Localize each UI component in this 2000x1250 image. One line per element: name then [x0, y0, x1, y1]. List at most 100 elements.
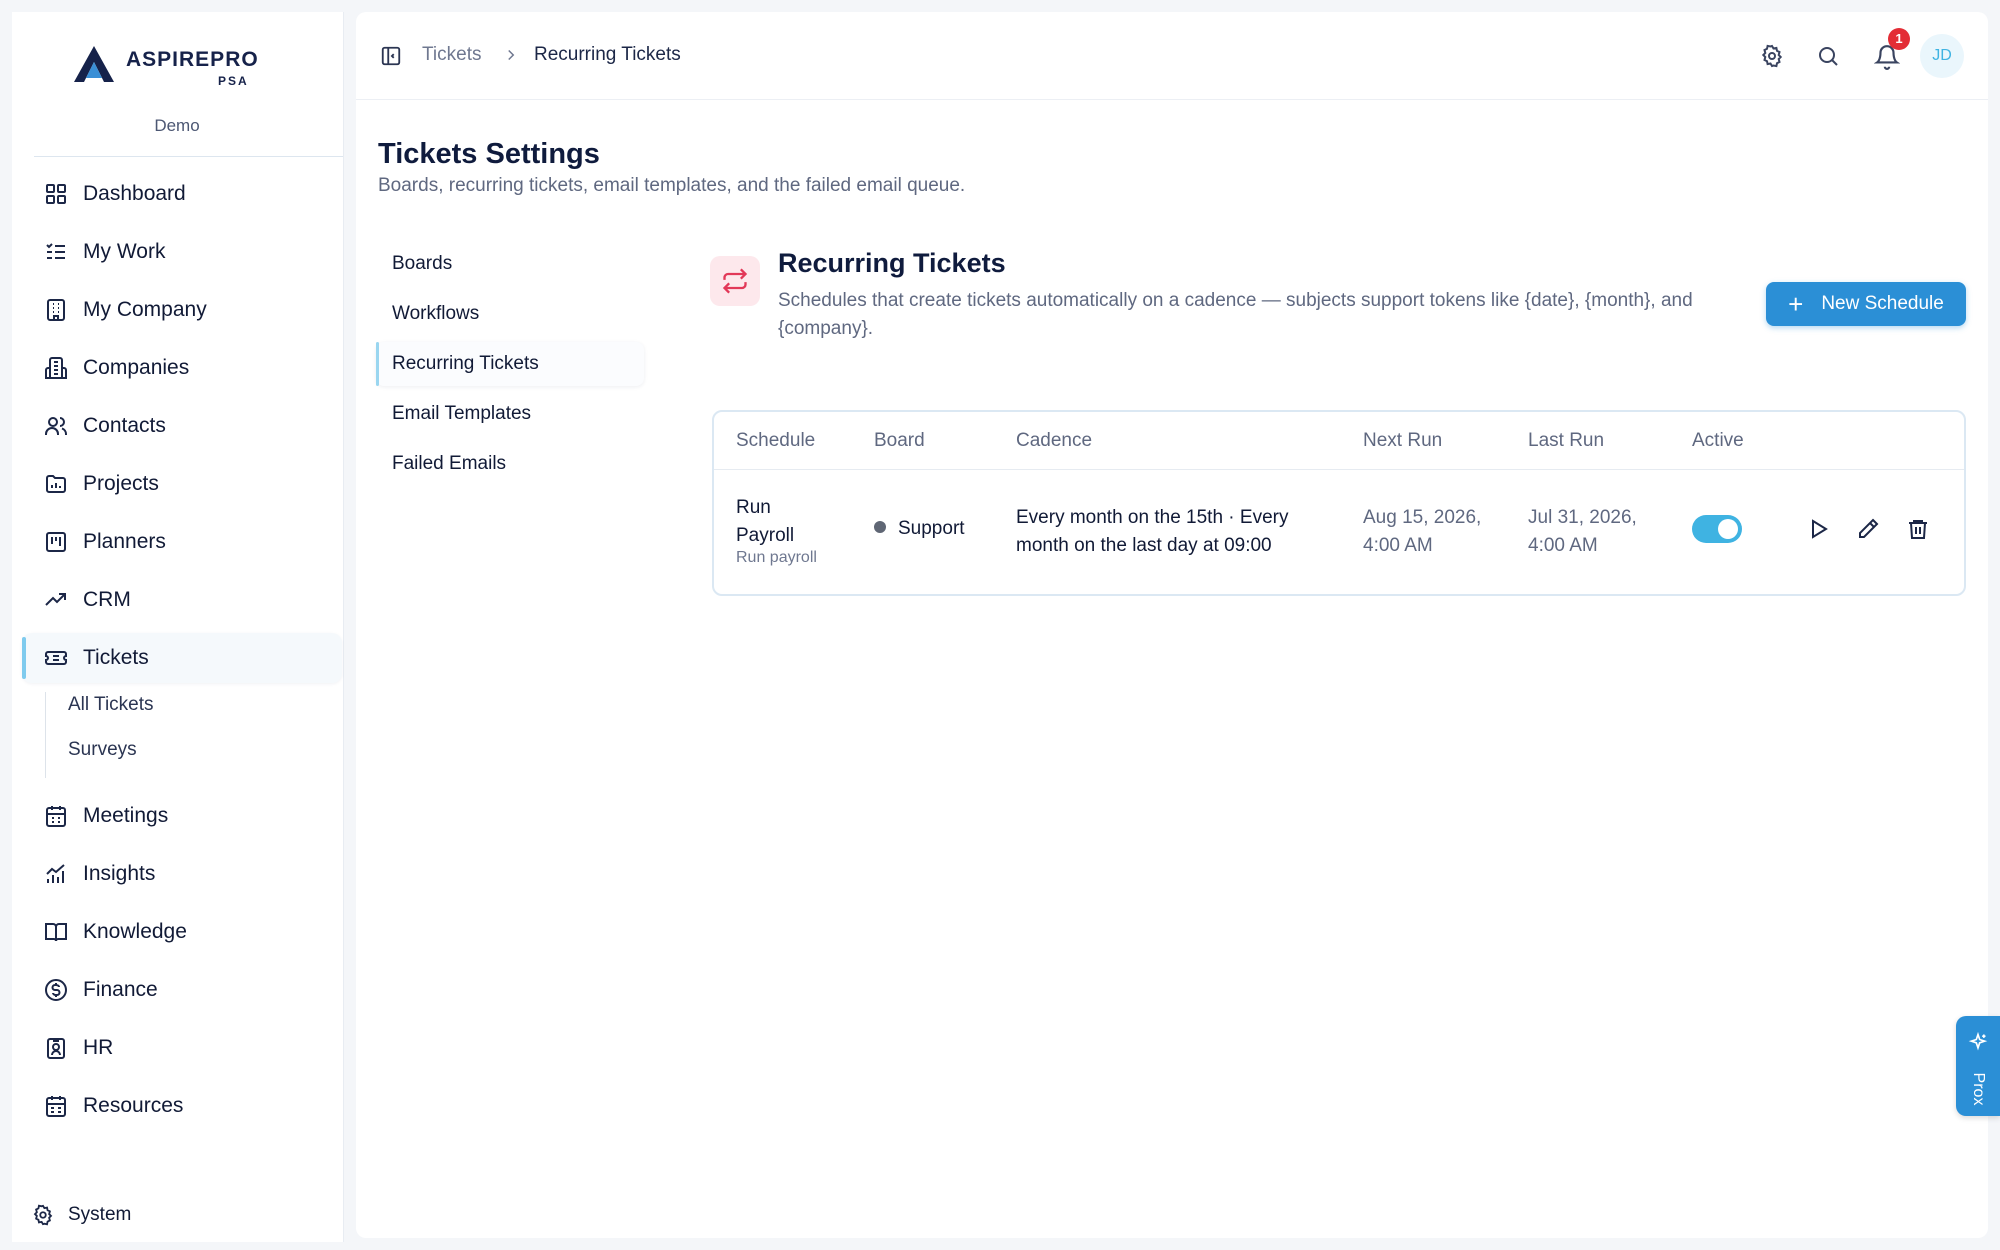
sidebar-item-my-work[interactable]: My Work: [22, 227, 342, 277]
prox-label: Prox: [1970, 1072, 1987, 1106]
schedule-name-line2: Payroll: [736, 525, 795, 546]
repeat-icon: [710, 256, 760, 306]
sidebar-item-label: Tickets: [83, 646, 149, 669]
sidebar-item-finance[interactable]: Finance: [22, 965, 342, 1015]
brand-logo[interactable]: ASPIREPRO PSA: [72, 38, 272, 94]
users-icon: [45, 417, 67, 435]
plus-icon: +: [1788, 289, 1804, 319]
settings-nav-boards[interactable]: Boards: [376, 242, 644, 286]
sidebar-item-label: Companies: [83, 356, 190, 379]
schedule-name-line1: Run: [736, 497, 771, 518]
sidebar-item-label: My Company: [83, 298, 207, 321]
next-run-cell: Aug 15, 2026, 4:00 AM: [1363, 504, 1481, 560]
sidebar-item-label: System: [68, 1204, 132, 1225]
notification-badge: 1: [1888, 28, 1910, 50]
board-name: Support: [898, 518, 965, 539]
column-header-cadence[interactable]: Cadence: [1016, 430, 1092, 452]
sidebar-item-label: Planners: [83, 530, 166, 553]
schedule-subject: Run payroll: [736, 549, 817, 566]
sidebar-item-knowledge[interactable]: Knowledge: [22, 907, 342, 957]
checklist-icon: [46, 243, 65, 259]
cadence-cell: Every month on the 15th · Every month on…: [1016, 504, 1288, 560]
breadcrumb-tickets[interactable]: Tickets: [422, 44, 481, 66]
column-header-active[interactable]: Active: [1692, 430, 1744, 452]
new-schedule-button[interactable]: + New Schedule: [1766, 282, 1966, 326]
trending-up-icon: [45, 593, 66, 606]
last-run-line1: Jul 31, 2026,: [1528, 507, 1637, 528]
sidebar-item-label: Knowledge: [83, 920, 187, 943]
settings-nav-workflows[interactable]: Workflows: [376, 292, 644, 336]
column-header-schedule[interactable]: Schedule: [736, 430, 815, 452]
settings-nav-recurring-tickets[interactable]: Recurring Tickets: [376, 342, 644, 386]
table-header: Schedule Board Cadence Next Run Last Run…: [714, 412, 1964, 470]
cadence-line1: Every month on the 15th · Every: [1016, 507, 1289, 528]
tenant-name[interactable]: Demo: [12, 116, 342, 136]
sidebar-item-label: CRM: [83, 588, 131, 611]
sidebar-item-my-company[interactable]: My Company: [22, 285, 342, 335]
schedule-name[interactable]: Run Payroll: [736, 494, 794, 550]
submenu-guide-line: [45, 692, 46, 778]
sidebar-item-contacts[interactable]: Contacts: [22, 401, 342, 451]
folder-chart-icon: [46, 475, 66, 493]
sparkle-icon: [1968, 1032, 1988, 1051]
sidebar-item-label: My Work: [83, 240, 166, 263]
next-run-line2: 4:00 AM: [1363, 535, 1433, 556]
calendar-icon: [46, 806, 66, 827]
topbar: Tickets Recurring Tickets 1 JD: [356, 12, 1988, 100]
sidebar-item-label: Projects: [83, 472, 159, 495]
ticket-icon: [45, 651, 67, 665]
sidebar-subitem-all-tickets[interactable]: All Tickets: [68, 694, 154, 716]
column-header-next-run[interactable]: Next Run: [1363, 430, 1442, 452]
sidebar-item-label: Insights: [83, 862, 156, 885]
sidebar: ASPIREPRO PSA Demo Dashboard My Work My …: [12, 12, 344, 1242]
logo-subtitle: PSA: [218, 74, 249, 88]
sidebar-item-label: Resources: [83, 1094, 184, 1117]
sidebar-item-label: Dashboard: [83, 182, 186, 205]
sidebar-item-meetings[interactable]: Meetings: [22, 791, 342, 841]
sidebar-item-companies[interactable]: Companies: [22, 343, 342, 393]
section-title: Recurring Tickets: [778, 248, 1006, 278]
sidebar-item-planners[interactable]: Planners: [22, 517, 342, 567]
active-toggle[interactable]: [1692, 515, 1742, 543]
sidebar-item-projects[interactable]: Projects: [22, 459, 342, 509]
breadcrumb-current: Recurring Tickets: [534, 44, 681, 65]
next-run-line1: Aug 15, 2026,: [1363, 507, 1482, 528]
sidebar-divider: [34, 156, 343, 157]
sidebar-toggle-icon[interactable]: [380, 45, 402, 67]
sidebar-item-crm[interactable]: CRM: [22, 575, 342, 625]
last-run-line2: 4:00 AM: [1528, 535, 1598, 556]
chevron-right-icon: [508, 49, 515, 61]
gear-icon[interactable]: [1760, 44, 1784, 68]
logo-wordmark: ASPIREPRO: [126, 48, 259, 71]
sidebar-item-label: Contacts: [83, 414, 166, 437]
buildings-icon: [45, 357, 67, 379]
board-color-dot: [874, 521, 886, 533]
calendar-grid-icon: [46, 1096, 66, 1117]
sidebar-subitem-surveys[interactable]: Surveys: [68, 739, 137, 761]
trash-icon[interactable]: [1906, 517, 1930, 541]
settings-nav-failed-emails[interactable]: Failed Emails: [376, 442, 644, 486]
column-header-last-run[interactable]: Last Run: [1528, 430, 1604, 452]
sidebar-item-tickets[interactable]: Tickets: [22, 633, 342, 683]
prox-assistant-tab[interactable]: Prox: [1956, 1016, 2000, 1116]
sidebar-item-insights[interactable]: Insights: [22, 849, 342, 899]
logo-mark-icon: [74, 46, 114, 82]
settings-nav-email-templates[interactable]: Email Templates: [376, 392, 644, 436]
board-cell: Support: [874, 515, 965, 543]
avatar[interactable]: JD: [1920, 34, 1964, 78]
search-icon[interactable]: [1816, 44, 1840, 68]
column-header-board[interactable]: Board: [874, 430, 925, 452]
sidebar-item-resources[interactable]: Resources: [22, 1081, 342, 1131]
last-run-cell: Jul 31, 2026, 4:00 AM: [1528, 504, 1637, 560]
bar-chart-icon: [46, 864, 65, 883]
page-subtitle: Boards, recurring tickets, email templat…: [378, 175, 966, 196]
book-open-icon: [45, 923, 67, 942]
pencil-icon[interactable]: [1856, 517, 1880, 541]
sidebar-item-system[interactable]: System: [32, 1204, 131, 1226]
sidebar-item-label: Meetings: [83, 804, 169, 827]
sidebar-item-dashboard[interactable]: Dashboard: [22, 169, 342, 219]
sidebar-item-hr[interactable]: HR: [22, 1023, 342, 1073]
play-icon[interactable]: [1806, 517, 1830, 541]
toggle-knob: [1718, 519, 1738, 539]
page-title: Tickets Settings: [378, 138, 600, 170]
